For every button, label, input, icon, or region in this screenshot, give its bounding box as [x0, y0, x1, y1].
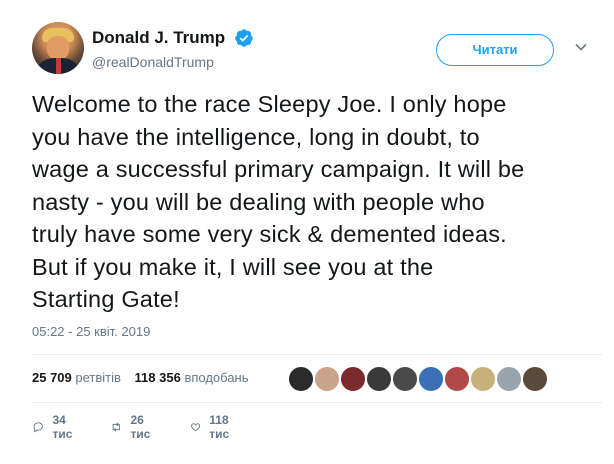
divider-bottom — [32, 402, 602, 403]
follow-button[interactable]: Читати — [436, 34, 554, 66]
like-count: 118 тис — [209, 413, 230, 441]
liker-avatar[interactable] — [496, 366, 522, 392]
reply-icon — [33, 422, 43, 433]
divider-top — [32, 354, 602, 355]
retweet-action[interactable]: 26 тис — [110, 413, 156, 441]
tweet-timestamp[interactable]: 05:22 - 25 квіт. 2019 — [32, 324, 150, 339]
tweet-header: Donald J. Trump @realDonaldTrump Читати — [32, 22, 602, 78]
author-handle[interactable]: @realDonaldTrump — [92, 54, 254, 70]
retweet-icon — [112, 422, 120, 432]
likes-label[interactable]: вподобань — [184, 370, 248, 385]
liker-avatar[interactable] — [314, 366, 340, 392]
tweet-stats: 25 709 ретвітів 118 356 вподобань — [32, 370, 259, 385]
retweets-label[interactable]: ретвітів — [75, 370, 121, 385]
chevron-down-icon[interactable] — [574, 40, 588, 54]
author-display-name[interactable]: Donald J. Trump — [92, 28, 225, 48]
tweet-text: Welcome to the race Sleepy Joe. I only h… — [32, 91, 525, 312]
reply-count: 34 тис — [52, 413, 73, 441]
liker-avatar[interactable] — [392, 366, 418, 392]
like-action[interactable]: 118 тис — [190, 413, 236, 441]
liker-avatar[interactable] — [522, 366, 548, 392]
liker-avatar[interactable] — [470, 366, 496, 392]
reply-action[interactable]: 34 тис — [32, 413, 78, 441]
verified-badge-icon — [234, 29, 253, 47]
likes-count[interactable]: 118 356 — [135, 370, 181, 385]
liker-avatar[interactable] — [366, 366, 392, 392]
liker-avatar[interactable] — [418, 366, 444, 392]
author-info: Donald J. Trump @realDonaldTrump — [92, 28, 254, 70]
heart-icon — [191, 423, 201, 432]
retweet-count: 26 тис — [130, 413, 151, 441]
liker-avatar[interactable] — [444, 366, 470, 392]
liker-avatar[interactable] — [288, 366, 314, 392]
author-avatar[interactable] — [32, 22, 84, 74]
retweets-count[interactable]: 25 709 — [32, 370, 72, 385]
liker-avatar[interactable] — [340, 366, 366, 392]
